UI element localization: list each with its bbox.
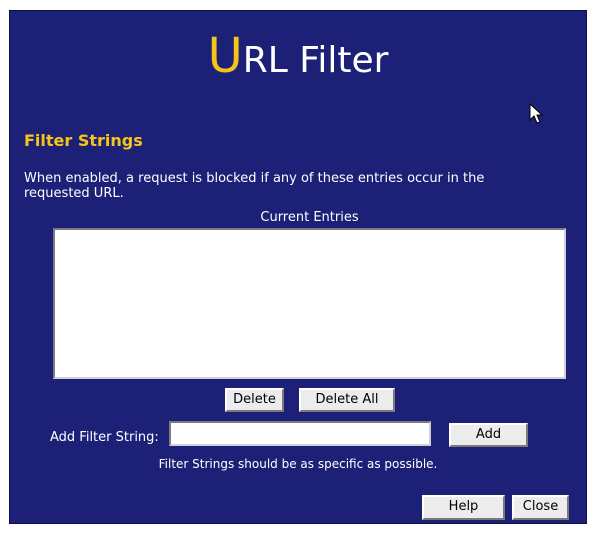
title-first-letter: U <box>207 28 243 84</box>
current-entries-list[interactable] <box>53 228 566 379</box>
title-rest: RL Filter <box>242 40 389 81</box>
add-filter-string-input[interactable] <box>169 421 431 446</box>
delete-all-button[interactable]: Delete All <box>299 388 395 412</box>
description-text: When enabled, a request is blocked if an… <box>24 171 485 201</box>
close-button[interactable]: Close <box>512 495 569 520</box>
help-button[interactable]: Help <box>422 495 505 520</box>
mouse-pointer-icon <box>529 103 544 124</box>
add-filter-string-label: Add Filter String: <box>50 430 159 445</box>
add-button[interactable]: Add <box>449 423 528 447</box>
hint-text: Filter Strings should be as specific as … <box>158 457 438 471</box>
delete-button[interactable]: Delete <box>225 388 284 412</box>
url-filter-dialog: URL Filter Filter Strings When enabled, … <box>9 10 587 524</box>
current-entries-label: Current Entries <box>260 210 359 225</box>
section-heading: Filter Strings <box>24 131 143 150</box>
page-title: URL Filter <box>10 32 586 84</box>
